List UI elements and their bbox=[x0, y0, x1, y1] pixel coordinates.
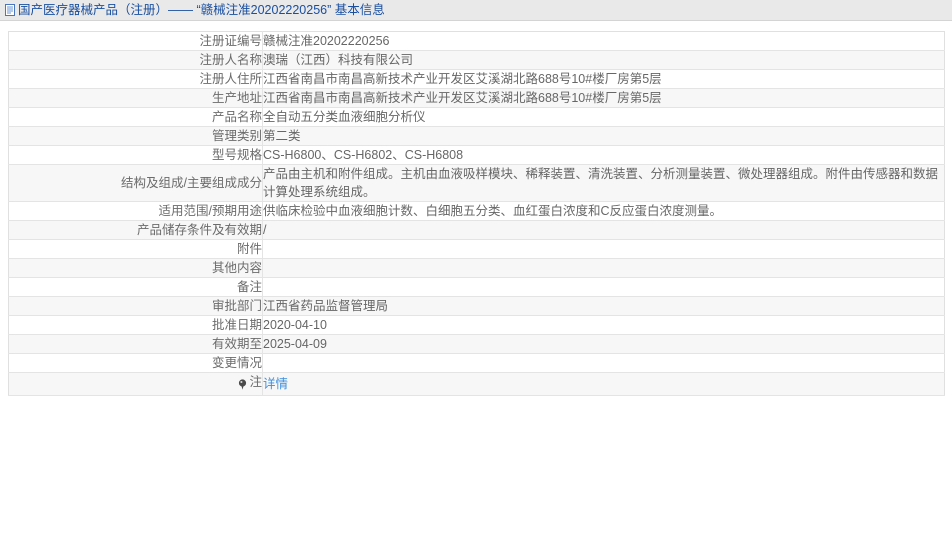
row-value bbox=[262, 353, 945, 373]
row-value: 2025-04-09 bbox=[262, 334, 945, 354]
row-value: 第二类 bbox=[262, 126, 945, 146]
table-row: 有效期至 2025-04-09 bbox=[8, 334, 945, 354]
table-body: 注册证编号 赣械注准20202220256 注册人名称 澳瑞（江西）科技有限公司… bbox=[8, 31, 945, 396]
row-value: / bbox=[262, 220, 945, 240]
registration-info-panel: 注册证编号 赣械注准20202220256 注册人名称 澳瑞（江西）科技有限公司… bbox=[0, 21, 952, 396]
detail-link[interactable]: 详情 bbox=[263, 377, 288, 391]
row-label: 注册人名称 bbox=[8, 50, 263, 70]
row-label: 审批部门 bbox=[8, 296, 263, 316]
table-row: 备注 bbox=[8, 277, 945, 297]
row-value: 产品由主机和附件组成。主机由血液吸样模块、稀释装置、清洗装置、分析测量装置、微处… bbox=[262, 164, 945, 202]
row-label: 生产地址 bbox=[8, 88, 263, 108]
note-label-cell: 注 bbox=[8, 372, 263, 396]
row-value: 赣械注准20202220256 bbox=[262, 31, 945, 51]
table-row: 生产地址 江西省南昌市南昌高新技术产业开发区艾溪湖北路688号10#楼厂房第5层 bbox=[8, 88, 945, 108]
row-value bbox=[262, 258, 945, 278]
registration-info-table: 注册证编号 赣械注准20202220256 注册人名称 澳瑞（江西）科技有限公司… bbox=[8, 31, 945, 396]
table-row: 审批部门 江西省药品监督管理局 bbox=[8, 296, 945, 316]
table-row: 型号规格 CS-H6800、CS-H6802、CS-H6808 bbox=[8, 145, 945, 165]
row-label: 产品名称 bbox=[8, 107, 263, 127]
row-label: 管理类别 bbox=[8, 126, 263, 146]
row-value: 澳瑞（江西）科技有限公司 bbox=[262, 50, 945, 70]
row-value: 供临床检验中血液细胞计数、白细胞五分类、血红蛋白浓度和C反应蛋白浓度测量。 bbox=[262, 201, 945, 221]
row-value: 全自动五分类血液细胞分析仪 bbox=[262, 107, 945, 127]
row-value bbox=[262, 239, 945, 259]
row-label: 有效期至 bbox=[8, 334, 263, 354]
row-value: 江西省南昌市南昌高新技术产业开发区艾溪湖北路688号10#楼厂房第5层 bbox=[262, 69, 945, 89]
table-row: 注册人名称 澳瑞（江西）科技有限公司 bbox=[8, 50, 945, 70]
row-value bbox=[262, 277, 945, 297]
table-row: 产品储存条件及有效期 / bbox=[8, 220, 945, 240]
row-label: 结构及组成/主要组成成分 bbox=[8, 164, 263, 202]
row-label: 变更情况 bbox=[8, 353, 263, 373]
table-row: 变更情况 bbox=[8, 353, 945, 373]
note-label-text: 注 bbox=[249, 375, 262, 389]
row-value: 江西省南昌市南昌高新技术产业开发区艾溪湖北路688号10#楼厂房第5层 bbox=[262, 88, 945, 108]
row-label: 产品储存条件及有效期 bbox=[8, 220, 263, 240]
table-row: 适用范围/预期用途 供临床检验中血液细胞计数、白细胞五分类、血红蛋白浓度和C反应… bbox=[8, 201, 945, 221]
table-row: 注册人住所 江西省南昌市南昌高新技术产业开发区艾溪湖北路688号10#楼厂房第5… bbox=[8, 69, 945, 89]
note-value-cell: 详情 bbox=[262, 372, 945, 396]
row-label: 适用范围/预期用途 bbox=[8, 201, 263, 221]
table-row: 管理类别 第二类 bbox=[8, 126, 945, 146]
row-value: CS-H6800、CS-H6802、CS-H6808 bbox=[262, 145, 945, 165]
row-value: 2020-04-10 bbox=[262, 315, 945, 335]
row-label: 型号规格 bbox=[8, 145, 263, 165]
document-icon bbox=[5, 4, 16, 16]
table-row: 其他内容 bbox=[8, 258, 945, 278]
row-value: 江西省药品监督管理局 bbox=[262, 296, 945, 316]
page-title: 国产医疗器械产品（注册）—— “赣械注准20202220256” 基本信息 bbox=[18, 2, 385, 17]
row-label: 注册证编号 bbox=[8, 31, 263, 51]
note-row: 注 详情 bbox=[8, 372, 945, 396]
row-label: 附件 bbox=[8, 239, 263, 259]
table-row: 产品名称 全自动五分类血液细胞分析仪 bbox=[8, 107, 945, 127]
page-header: 国产医疗器械产品（注册）—— “赣械注准20202220256” 基本信息 bbox=[0, 0, 952, 21]
row-label: 注册人住所 bbox=[8, 69, 263, 89]
table-row: 注册证编号 赣械注准20202220256 bbox=[8, 31, 945, 51]
table-row: 附件 bbox=[8, 239, 945, 259]
row-label: 其他内容 bbox=[8, 258, 263, 278]
note-marker-icon bbox=[238, 377, 247, 390]
row-label: 备注 bbox=[8, 277, 263, 297]
table-row: 结构及组成/主要组成成分 产品由主机和附件组成。主机由血液吸样模块、稀释装置、清… bbox=[8, 164, 945, 202]
row-label: 批准日期 bbox=[8, 315, 263, 335]
table-row: 批准日期 2020-04-10 bbox=[8, 315, 945, 335]
